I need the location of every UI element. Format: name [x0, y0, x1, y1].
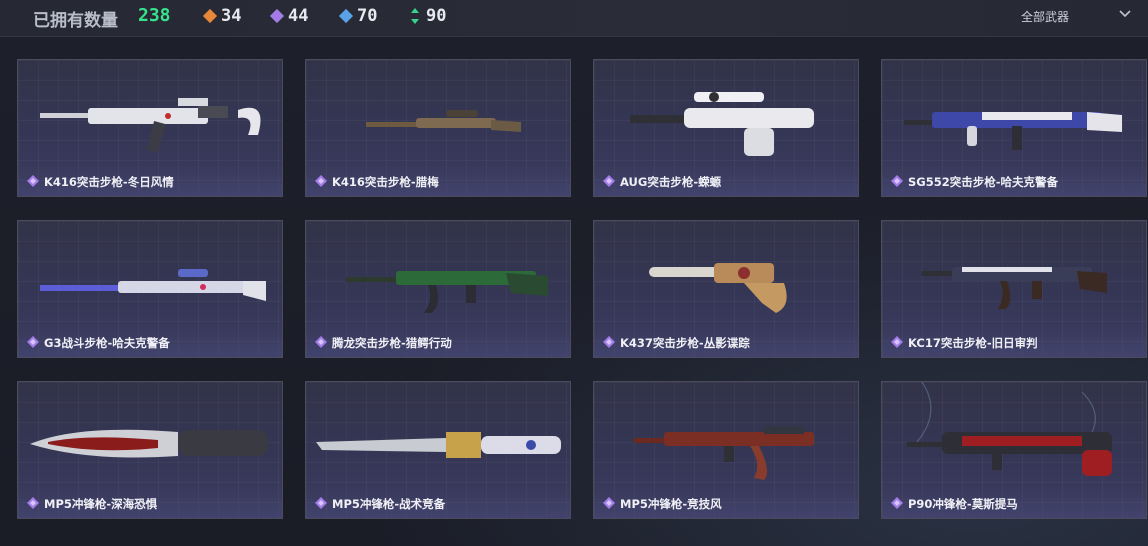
weapon-filter-dropdown[interactable]: 全部武器: [1021, 8, 1069, 25]
weapon-card[interactable]: K437突击步枪-丛影谍踪: [593, 220, 859, 358]
weapon-card[interactable]: SG552突击步枪-哈夫克警备: [881, 59, 1147, 197]
purple-rarity-icon: [891, 175, 903, 187]
weapon-name: KC17突击步枪-旧日审判: [908, 336, 1038, 350]
stat-green-value: 90: [426, 6, 447, 26]
weapon-grid: K416突击步枪-冬日风情 K416突击步枪-腊梅 AUG突击步枪-蝾螈 SG5…: [0, 37, 1148, 546]
weapon-image: [346, 271, 548, 313]
weapon-card[interactable]: MP5冲锋枪-深海恐惧: [17, 381, 283, 519]
orange-diamond-icon: [202, 8, 218, 24]
owned-count-total: 238: [138, 5, 171, 26]
weapon-image: [316, 432, 561, 458]
weapon-image: [904, 112, 1122, 150]
purple-rarity-icon: [891, 336, 903, 348]
stat-blue: 70: [338, 6, 378, 26]
weapon-name: P90冲锋枪-莫斯提马: [908, 497, 1018, 511]
stat-green: 90: [410, 6, 446, 26]
weapon-image: [907, 382, 1112, 476]
stat-orange-value: 34: [221, 6, 242, 26]
weapon-image: [30, 429, 268, 458]
purple-rarity-icon: [27, 175, 39, 187]
weapon-name: K437突击步枪-丛影谍踪: [620, 336, 750, 350]
weapon-card[interactable]: AUG突击步枪-蝾螈: [593, 59, 859, 197]
purple-rarity-icon: [603, 497, 615, 509]
owned-count-label: 已拥有数量: [33, 11, 118, 31]
weapon-image: [634, 426, 814, 480]
purple-rarity-icon: [27, 497, 39, 509]
weapon-image: [922, 267, 1107, 309]
weapon-card[interactable]: K416突击步枪-腊梅: [305, 59, 571, 197]
purple-rarity-icon: [315, 336, 327, 348]
stat-purple-value: 44: [288, 6, 309, 26]
weapon-name: AUG突击步枪-蝾螈: [620, 175, 722, 189]
green-arrows-icon: [411, 8, 419, 24]
weapon-name: K416突击步枪-腊梅: [332, 175, 439, 189]
weapon-image: [366, 110, 521, 132]
weapon-image: [630, 92, 814, 156]
weapon-image: [40, 269, 266, 301]
chevron-down-icon[interactable]: [1118, 7, 1132, 21]
weapon-card[interactable]: 腾龙突击步枪-猎鳄行动: [305, 220, 571, 358]
purple-diamond-icon: [269, 8, 285, 24]
purple-rarity-icon: [27, 336, 39, 348]
stat-orange: 34: [202, 6, 242, 26]
weapon-name: MP5冲锋枪-战术竞备: [332, 497, 446, 511]
weapon-card[interactable]: MP5冲锋枪-战术竞备: [305, 381, 571, 519]
purple-rarity-icon: [315, 175, 327, 187]
weapon-image: [649, 263, 787, 313]
purple-rarity-icon: [891, 497, 903, 509]
purple-rarity-icon: [603, 175, 615, 187]
weapon-name: MP5冲锋枪-深海恐惧: [44, 497, 158, 511]
top-bar: 已拥有数量 238 34 44 70 90 全部武器: [0, 0, 1148, 37]
weapon-name: MP5冲锋枪-竞技风: [620, 497, 722, 511]
purple-rarity-icon: [603, 336, 615, 348]
stat-blue-value: 70: [357, 6, 378, 26]
weapon-name: 腾龙突击步枪-猎鳄行动: [332, 336, 452, 350]
weapon-card[interactable]: KC17突击步枪-旧日审判: [881, 220, 1147, 358]
weapon-card[interactable]: K416突击步枪-冬日风情: [17, 59, 283, 197]
weapon-name: G3战斗步枪-哈夫克警备: [44, 336, 170, 350]
blue-diamond-icon: [338, 8, 354, 24]
purple-rarity-icon: [315, 497, 327, 509]
stat-purple: 44: [269, 6, 309, 26]
weapon-image: [40, 98, 261, 154]
weapon-card[interactable]: MP5冲锋枪-竞技风: [593, 381, 859, 519]
weapon-name: SG552突击步枪-哈夫克警备: [908, 175, 1058, 189]
weapon-name: K416突击步枪-冬日风情: [44, 175, 174, 189]
weapon-card[interactable]: G3战斗步枪-哈夫克警备: [17, 220, 283, 358]
weapon-card[interactable]: P90冲锋枪-莫斯提马: [881, 381, 1147, 519]
